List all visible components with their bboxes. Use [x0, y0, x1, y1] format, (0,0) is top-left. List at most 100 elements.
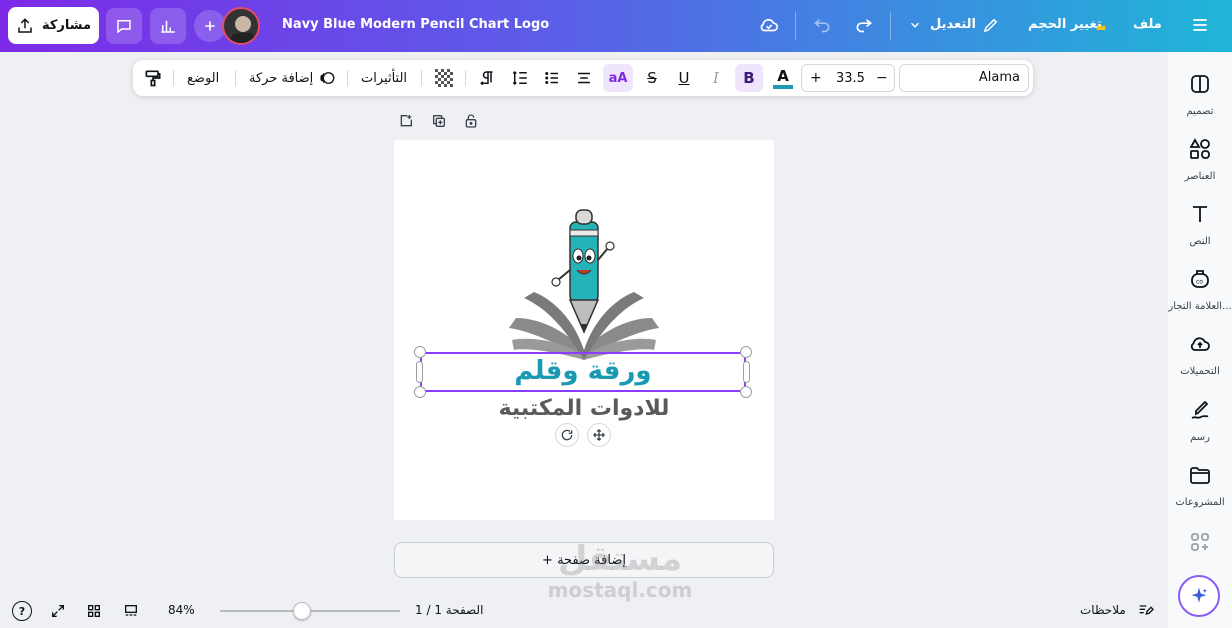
sidebar-item-elements[interactable]: العناصر [1168, 137, 1232, 182]
sidebar-item-label: رسم [1190, 432, 1210, 443]
sidebar-item-text[interactable]: النص [1168, 202, 1232, 247]
align-button[interactable] [573, 60, 595, 96]
undo-icon[interactable] [812, 14, 832, 38]
sidebar-item-apps[interactable] [1168, 530, 1232, 558]
sidebar-item-label: العلامة التجار... [1168, 301, 1232, 312]
sidebar-item-design[interactable]: تصميم [1168, 72, 1232, 117]
text-direction-button[interactable] [477, 60, 499, 96]
duplicate-icon [433, 115, 445, 127]
move-icon [593, 429, 605, 441]
avatar[interactable] [222, 7, 260, 45]
sparkle-icon [1191, 587, 1208, 603]
strikethrough-button[interactable]: S [641, 60, 663, 96]
notes-button[interactable]: ملاحظات [1080, 603, 1126, 617]
edit-mode-label[interactable]: التعديل [930, 17, 976, 32]
italic-button[interactable]: I [705, 60, 727, 96]
logo-subtitle-text[interactable]: للادوات المكتبية [394, 396, 774, 421]
text-icon [1193, 206, 1207, 222]
pencil-icon [982, 16, 1000, 38]
watermark-arabic: مستقل [557, 539, 683, 579]
strikethrough-label: S [647, 69, 657, 87]
sidebar-item-brand[interactable]: co العلامة التجار... [1168, 267, 1232, 312]
comment-icon [117, 20, 131, 34]
animate-icon [317, 60, 337, 96]
expand-icon [52, 605, 64, 617]
position-button[interactable]: الوضع [187, 60, 219, 96]
insights-button[interactable] [150, 8, 186, 44]
magic-assistant-button[interactable] [1178, 575, 1220, 617]
lock-icon [465, 114, 477, 128]
animate-button[interactable]: إضافة حركة [249, 60, 313, 96]
text-color-label: A [777, 66, 789, 85]
zoom-level[interactable]: 84% [168, 603, 195, 617]
font-size-decrease[interactable]: − [876, 65, 888, 91]
add-element-button[interactable] [398, 113, 414, 133]
rotate-button[interactable] [555, 423, 579, 447]
elements-icon [1189, 138, 1210, 159]
comment-button[interactable] [106, 8, 142, 44]
rotate-icon [561, 429, 573, 441]
sidebar-item-label: العناصر [1184, 171, 1216, 182]
resize-button[interactable]: تغيير الحجم [1028, 17, 1102, 32]
zoom-slider-knob[interactable] [293, 602, 311, 620]
copy-style-button[interactable] [141, 60, 165, 96]
spacing-button[interactable] [509, 60, 531, 96]
logo-title-text[interactable]: ورقة وقلم [420, 356, 746, 386]
draw-icon [1191, 400, 1209, 419]
page-indicator[interactable]: الصفحة 1 / 1 [415, 603, 483, 617]
add-note-icon [400, 115, 412, 127]
list-button[interactable] [541, 60, 563, 96]
apps-icon [1191, 533, 1209, 551]
sidebar-item-label: تصميم [1186, 106, 1214, 117]
svg-text:co: co [1196, 279, 1203, 286]
pages-icon [125, 605, 137, 616]
chevron-down-icon[interactable] [908, 17, 922, 36]
effects-button[interactable]: التأثيرات [361, 60, 407, 96]
italic-label: I [713, 69, 719, 87]
page-view-button[interactable] [122, 603, 140, 622]
sidebar-item-draw[interactable]: رسم [1168, 398, 1232, 443]
letter-case-button[interactable]: aA [603, 64, 633, 92]
align-center-icon [578, 72, 590, 84]
help-button[interactable]: ? [12, 601, 32, 621]
font-family-select[interactable]: Alama [899, 64, 1029, 92]
underline-label: U [678, 69, 690, 87]
list-icon [545, 72, 558, 84]
color-swatch [773, 84, 793, 89]
watermark-latin: mostaql.com [547, 578, 693, 602]
paragraph-icon [480, 71, 493, 86]
text-color-button[interactable]: A [771, 60, 795, 96]
grid-view-button[interactable] [86, 603, 102, 622]
bar-chart-icon [161, 20, 175, 33]
font-size-increase[interactable]: + [810, 65, 822, 91]
notes-icon [1136, 602, 1154, 621]
folder-icon [1190, 467, 1210, 484]
transparency-icon [435, 69, 453, 87]
share-button[interactable]: مشاركة [8, 7, 99, 44]
bold-button[interactable]: B [735, 64, 763, 92]
underline-button[interactable]: U [673, 60, 695, 96]
move-button[interactable] [587, 423, 611, 447]
paint-roller-icon [145, 70, 161, 87]
right-sidebar: تصميم العناصر النص co العلامة التجار... … [1168, 52, 1232, 628]
sidebar-item-label: النص [1189, 236, 1211, 247]
menu-icon[interactable] [1190, 15, 1210, 39]
redo-icon[interactable] [854, 14, 874, 38]
transparency-button[interactable] [433, 60, 455, 96]
file-menu[interactable]: ملف [1133, 17, 1162, 32]
sidebar-item-label: المشروعات [1175, 497, 1225, 508]
design-title[interactable]: Navy Blue Modern Pencil Chart Logo [282, 17, 549, 32]
lock-button[interactable] [463, 113, 479, 133]
sidebar-item-projects[interactable]: المشروعات [1168, 463, 1232, 508]
sidebar-item-uploads[interactable]: التحميلات [1168, 332, 1232, 377]
upload-icon [18, 17, 32, 33]
text-toolbar: الوضع إضافة حركة التأثيرات aA S U I B A … [133, 60, 1033, 96]
crown-icon [1095, 18, 1107, 37]
cloud-saved-icon[interactable] [758, 14, 780, 40]
share-label: مشاركة [41, 18, 92, 33]
fullscreen-button[interactable] [50, 603, 66, 622]
duplicate-page-button[interactable] [431, 113, 447, 133]
design-page[interactable] [394, 140, 774, 520]
font-size-input[interactable]: 33.5 [836, 65, 865, 91]
line-spacing-icon [512, 70, 527, 86]
